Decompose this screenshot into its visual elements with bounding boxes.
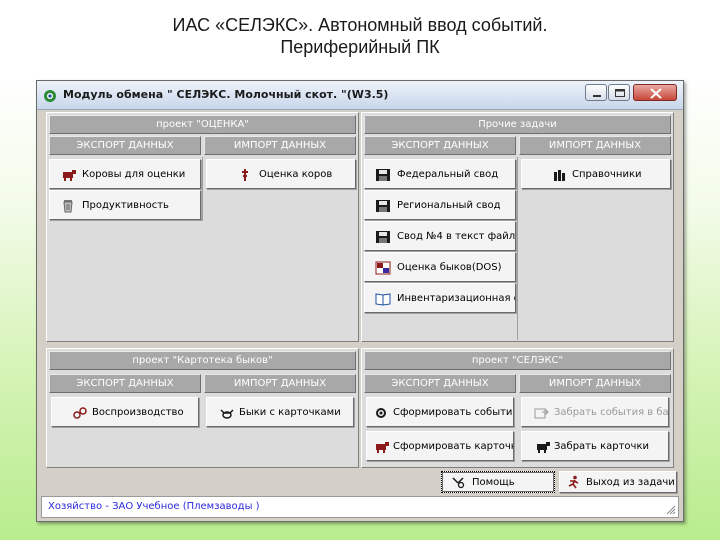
cow-icon xyxy=(63,170,76,181)
federal-summary-button[interactable]: Федеральный свод xyxy=(364,159,516,189)
button-label: Продуктивность xyxy=(82,200,169,211)
import-events-button[interactable]: Забрать события в базу xyxy=(521,397,669,427)
button-label: Сформировать карточки xyxy=(393,441,514,452)
button-label: Инвентаризационная опись xyxy=(397,293,515,304)
inventory-list-button[interactable]: Инвентаризационная опись xyxy=(364,283,516,313)
panel-header-ocenka: проект "ОЦЕНКА" xyxy=(49,115,356,134)
form-cards-button[interactable]: Сформировать карточки xyxy=(366,431,514,461)
button-label: Быки с карточками xyxy=(239,407,341,418)
cow-evaluation-button[interactable]: Оценка коров xyxy=(206,159,356,189)
minimize-icon xyxy=(593,95,601,97)
export-header-ocenka: ЭКСПОРТ ДАННЫХ xyxy=(49,136,201,155)
panel-other-tasks: Прочие задачи ЭКСПОРТ ДАННЫХ ИМПОРТ ДАНН… xyxy=(361,112,674,342)
floppy-disk-icon xyxy=(376,200,390,212)
slide-title-line2: Периферийный ПК xyxy=(280,37,440,57)
panel-project-seleks: проект "СЕЛЭКС" ЭКСПОРТ ДАННЫХ ИМПОРТ ДА… xyxy=(361,348,674,468)
reference-books-button[interactable]: Справочники xyxy=(521,159,671,189)
panel-project-kartoteka: проект "Картотека быков" ЭКСПОРТ ДАННЫХ … xyxy=(46,348,359,468)
close-icon xyxy=(650,88,662,99)
bull-icon xyxy=(537,442,550,453)
book-icon xyxy=(375,293,391,306)
button-label: Оценка коров xyxy=(259,169,333,180)
button-label: Забрать карточки xyxy=(554,441,649,452)
button-label: Выход из задачи xyxy=(586,477,675,488)
status-bar: Хозяйство - ЗАО Учебное (Племзаводы ) xyxy=(41,496,679,518)
button-label: Забрать события в базу xyxy=(554,407,669,418)
import-header-ocenka: ИМПОРТ ДАННЫХ xyxy=(204,136,356,155)
help-icon xyxy=(452,477,465,489)
window-title: Модуль обмена " СЕЛЭКС. Молочный скот. "… xyxy=(63,88,389,101)
import-events-icon xyxy=(534,408,549,419)
help-button[interactable]: Помощь xyxy=(441,471,555,493)
panel-header-kartoteka: проект "Картотека быков" xyxy=(49,351,356,370)
bull-evaluation-dos-button[interactable]: Оценка быков(DOS) xyxy=(364,252,516,282)
import-header-seleks: ИМПОРТ ДАННЫХ xyxy=(519,374,671,393)
maximize-icon xyxy=(615,89,625,97)
ms-dos-icon xyxy=(375,261,391,275)
regional-summary-button[interactable]: Региональный свод xyxy=(364,190,516,220)
panel-header-seleks: проект "СЕЛЭКС" xyxy=(364,351,671,370)
gender-symbols-icon xyxy=(73,407,87,419)
tool-icon xyxy=(242,169,248,181)
button-label: Коровы для оценки xyxy=(82,169,186,180)
productivity-button[interactable]: Продуктивность xyxy=(49,190,201,220)
import-header-other-tasks: ИМПОРТ ДАННЫХ xyxy=(519,136,671,155)
gear-icon xyxy=(376,408,386,418)
trash-icon xyxy=(63,200,73,213)
button-label: Оценка быков(DOS) xyxy=(397,262,502,273)
button-label: Свод №4 в текст файл xyxy=(397,231,516,242)
panel-header-other-tasks: Прочие задачи xyxy=(364,115,671,134)
button-label: Сформировать события xyxy=(393,407,514,418)
reproduction-button[interactable]: Воспроизводство xyxy=(51,397,199,427)
minimize-button[interactable] xyxy=(585,84,607,101)
cows-for-evaluation-button[interactable]: Коровы для оценки xyxy=(49,159,201,189)
button-label: Помощь xyxy=(472,477,515,488)
export-header-other-tasks: ЭКСПОРТ ДАННЫХ xyxy=(364,136,516,155)
close-button[interactable] xyxy=(633,84,677,101)
running-man-icon xyxy=(568,475,579,489)
maximize-button[interactable] xyxy=(608,84,630,101)
export-header-seleks: ЭКСПОРТ ДАННЫХ xyxy=(364,374,516,393)
bull-icon xyxy=(220,409,234,419)
export-column-ocenka: Коровы для оценки Продуктивность xyxy=(49,157,203,221)
slide-title-line1: ИАС «СЕЛЭКС». Автономный ввод событий. xyxy=(172,15,548,35)
app-icon xyxy=(44,90,56,102)
cow-icon xyxy=(376,442,389,453)
app-window: Модуль обмена " СЕЛЭКС. Молочный скот. "… xyxy=(36,80,684,522)
slide-title: ИАС «СЕЛЭКС». Автономный ввод событий. П… xyxy=(0,14,720,58)
form-events-button[interactable]: Сформировать события xyxy=(366,397,514,427)
floppy-disk-icon xyxy=(376,231,390,243)
button-label: Справочники xyxy=(572,169,642,180)
button-label: Региональный свод xyxy=(397,200,501,211)
exit-button[interactable]: Выход из задачи xyxy=(559,471,677,493)
floppy-disk-icon xyxy=(376,169,390,181)
books-icon xyxy=(554,170,565,181)
window-titlebar[interactable]: Модуль обмена " СЕЛЭКС. Молочный скот. "… xyxy=(37,81,683,110)
import-column-other-tasks: Справочники xyxy=(519,157,671,191)
button-label: Воспроизводство xyxy=(92,407,184,418)
resize-grip-icon[interactable] xyxy=(666,505,676,515)
status-text: Хозяйство - ЗАО Учебное (Племзаводы ) xyxy=(48,501,260,512)
panel-project-ocenka: проект "ОЦЕНКА" ЭКСПОРТ ДАННЫХ ИМПОРТ ДА… xyxy=(46,112,359,342)
summary4-to-text-button[interactable]: Свод №4 в текст файл xyxy=(364,221,516,251)
export-header-kartoteka: ЭКСПОРТ ДАННЫХ xyxy=(49,374,201,393)
import-column-ocenka: Оценка коров xyxy=(204,157,356,191)
button-label: Федеральный свод xyxy=(397,169,499,180)
export-column-other-tasks: Федеральный свод Региональный свод Свод … xyxy=(364,157,518,340)
bulls-with-cards-button[interactable]: Быки с карточками xyxy=(206,397,354,427)
import-cards-button[interactable]: Забрать карточки xyxy=(521,431,669,461)
import-header-kartoteka: ИМПОРТ ДАННЫХ xyxy=(204,374,356,393)
